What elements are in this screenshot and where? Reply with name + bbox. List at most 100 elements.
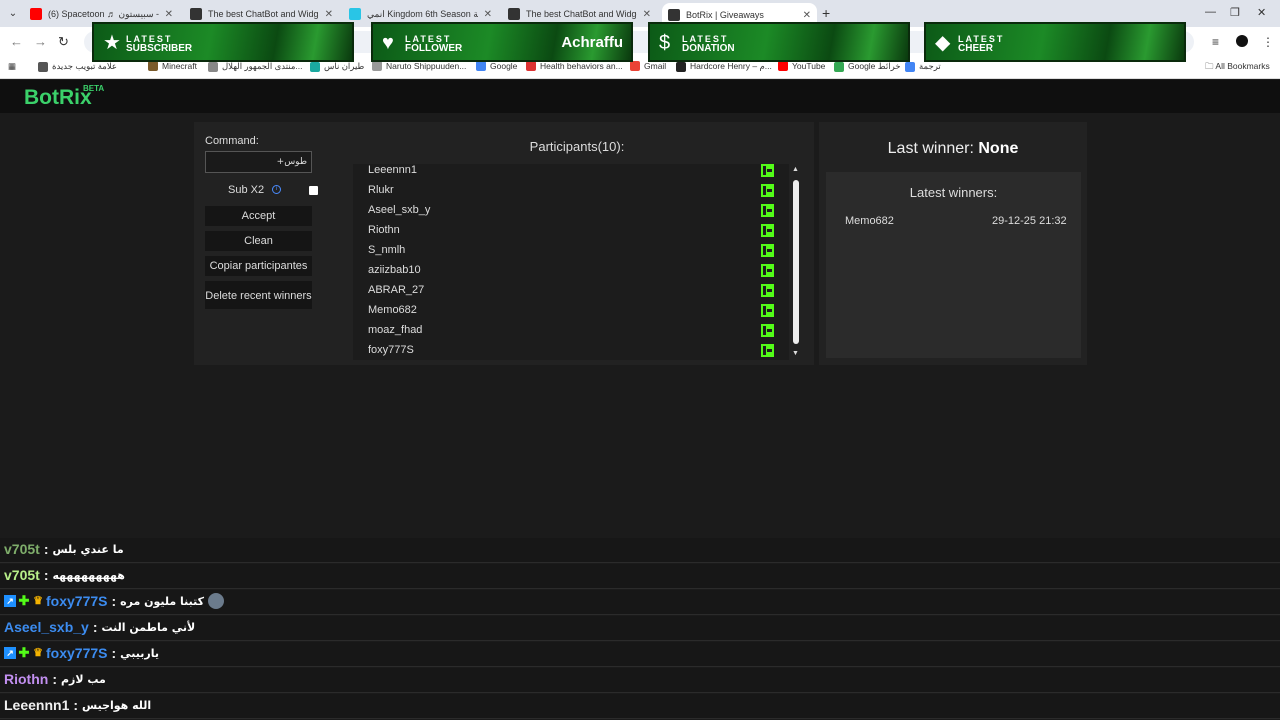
botrix-logo[interactable]: BotRix (24, 86, 92, 110)
info-icon[interactable]: i (272, 185, 281, 194)
scroll-down-icon[interactable]: ▼ (792, 350, 799, 357)
chat-text: لأني ماطمن النت (101, 620, 196, 634)
chat-username[interactable]: foxy777S (46, 645, 107, 661)
all-bookmarks-label: All Bookmarks (1215, 61, 1270, 71)
tab-close-icon[interactable]: ✕ (484, 9, 492, 20)
bookmark-item[interactable]: منتدى الجمهور الهلال... (208, 61, 303, 72)
tab-close-icon[interactable]: ✕ (643, 9, 651, 20)
latest-alert-banner: $ LATEST DONATION (648, 22, 910, 62)
chat-message: Leeennn1: الله هواجيس (0, 694, 1280, 719)
gift-badge-icon: ✚ (18, 593, 30, 608)
bookmark-item[interactable]: Health behaviors an... (526, 61, 623, 71)
bookmark-item[interactable]: علامة تبويب جديدة (38, 61, 117, 72)
winner-name: Memo682 (845, 215, 894, 227)
bookmark-item[interactable]: Google (476, 61, 517, 71)
app-header: BotRix BETA (0, 80, 1280, 113)
participant-name: Memo682 (368, 304, 417, 316)
bookmark-item[interactable]: Minecraft (148, 61, 197, 71)
scroll-up-icon[interactable]: ▲ (792, 166, 799, 173)
chat-username[interactable]: v705t (4, 567, 40, 583)
participant-row[interactable]: moaz_fhad (368, 324, 783, 344)
diamond-icon: ◆ (935, 32, 951, 54)
bookmark-label: Minecraft (162, 61, 197, 71)
accept-button[interactable]: Accept (205, 206, 312, 226)
last-winner-value: None (978, 140, 1019, 157)
kick-logo-icon (761, 284, 774, 297)
bookmark-item[interactable]: YouTube (778, 61, 825, 71)
chat-username[interactable]: foxy777S (46, 593, 107, 609)
tab-search-icon[interactable]: ⌄ (4, 5, 22, 23)
participant-row[interactable]: ABRAR_27 (368, 284, 783, 304)
chat-separator: : (73, 697, 79, 713)
back-icon[interactable]: ← (10, 34, 23, 49)
profile-avatar[interactable] (1236, 35, 1248, 47)
participant-row[interactable]: foxy777S (368, 344, 783, 360)
alert-type-label: DONATION (682, 43, 735, 54)
participant-row[interactable]: Leeennn1 (368, 164, 783, 184)
chat-username[interactable]: Aseel_sxb_y (4, 619, 89, 635)
browser-menu-icon[interactable]: ⋮ (1262, 35, 1274, 49)
bookmark-label: ترجمة (919, 61, 941, 71)
apps-icon[interactable]: ▦ (8, 61, 16, 72)
bookmark-item[interactable]: Google خرائط (834, 61, 901, 72)
participant-row[interactable]: Riothn (368, 224, 783, 244)
chat-text: ياربيبي (120, 646, 159, 660)
participant-row[interactable]: Memo682 (368, 304, 783, 324)
participant-row[interactable]: Rlukr (368, 184, 783, 204)
chat-username[interactable]: v705t (4, 541, 40, 557)
bookmark-favicon (526, 61, 536, 71)
sub-x2-checkbox[interactable] (309, 186, 318, 195)
bookmark-favicon (372, 61, 382, 71)
gift-badge-icon: ✚ (18, 645, 30, 660)
kick-logo-icon (761, 184, 774, 197)
bookmark-label: طيران ناس (324, 61, 365, 71)
participant-row[interactable]: Aseel_sxb_y (368, 204, 783, 224)
tab-close-icon[interactable]: ✕ (803, 10, 811, 21)
clean-button[interactable]: Clean (205, 231, 312, 251)
last-winner: Last winner: None (826, 140, 1080, 158)
command-input[interactable] (205, 151, 312, 173)
latest-alert-banner: ◆ LATEST CHEER (924, 22, 1186, 62)
copy-participants-button[interactable]: Copiar participantes (205, 256, 312, 276)
heart-icon: ♥ (382, 32, 394, 54)
bookmark-item[interactable]: Naruto Shippuuden... (372, 61, 466, 71)
scroll-thumb[interactable] (793, 180, 799, 344)
participant-row[interactable]: aziizbab10 (368, 264, 783, 284)
kick-logo-icon (761, 164, 774, 177)
chat-text: الله هواجيس (82, 698, 152, 712)
tab-label: The best ChatBot and Widgets (526, 9, 637, 19)
chat-username[interactable]: Riothn (4, 671, 48, 687)
reload-icon[interactable]: ↻ (58, 34, 69, 50)
minimize-icon[interactable]: — (1205, 6, 1216, 18)
bookmark-item[interactable]: Gmail (630, 61, 666, 71)
maximize-icon[interactable]: ❐ (1230, 6, 1240, 19)
chat-username[interactable]: Leeennn1 (4, 697, 69, 713)
bookmark-item[interactable]: Hardcore Henry – م... (676, 61, 772, 72)
bookmark-label: Naruto Shippuuden... (386, 61, 467, 71)
tab-label: (6) Spacetoon ♬ ري - سبيستون (48, 8, 159, 19)
media-control-icon[interactable]: ≡ (1212, 35, 1219, 49)
tab-close-icon[interactable]: ✕ (165, 9, 173, 20)
kick-logo-icon (761, 304, 774, 317)
participant-row[interactable]: S_nmlh (368, 244, 783, 264)
bookmark-item[interactable]: طيران ناس (310, 61, 364, 72)
all-bookmarks[interactable]: 🗀 All Bookmarks (1205, 61, 1270, 75)
chat-message: v705t: ما عندي بلس (0, 538, 1280, 563)
latest-winners-title: Latest winners: (909, 185, 998, 200)
close-window-icon[interactable]: ✕ (1257, 6, 1266, 19)
bookmark-favicon (834, 61, 844, 72)
delete-recent-winners-button[interactable]: Delete recent winners (205, 281, 312, 309)
tab-close-icon[interactable]: ✕ (325, 9, 333, 20)
kick-logo-icon (761, 344, 774, 357)
forward-icon[interactable]: → (34, 34, 47, 49)
participant-name: moaz_fhad (368, 324, 423, 336)
tab-favicon (30, 8, 42, 20)
bookmark-favicon (905, 61, 915, 72)
new-tab-button[interactable]: + (822, 5, 830, 21)
participant-name: aziizbab10 (368, 264, 421, 276)
vip-badge-icon: ↗ (4, 647, 16, 659)
bookmark-item[interactable]: ترجمة (905, 61, 941, 72)
winner-date: 29-12-25 21:32 (992, 215, 1067, 227)
participant-name: Rlukr (368, 184, 394, 196)
chat-message: ↗ ✚ ♛ foxy777S: ياربيبي (0, 642, 1280, 667)
